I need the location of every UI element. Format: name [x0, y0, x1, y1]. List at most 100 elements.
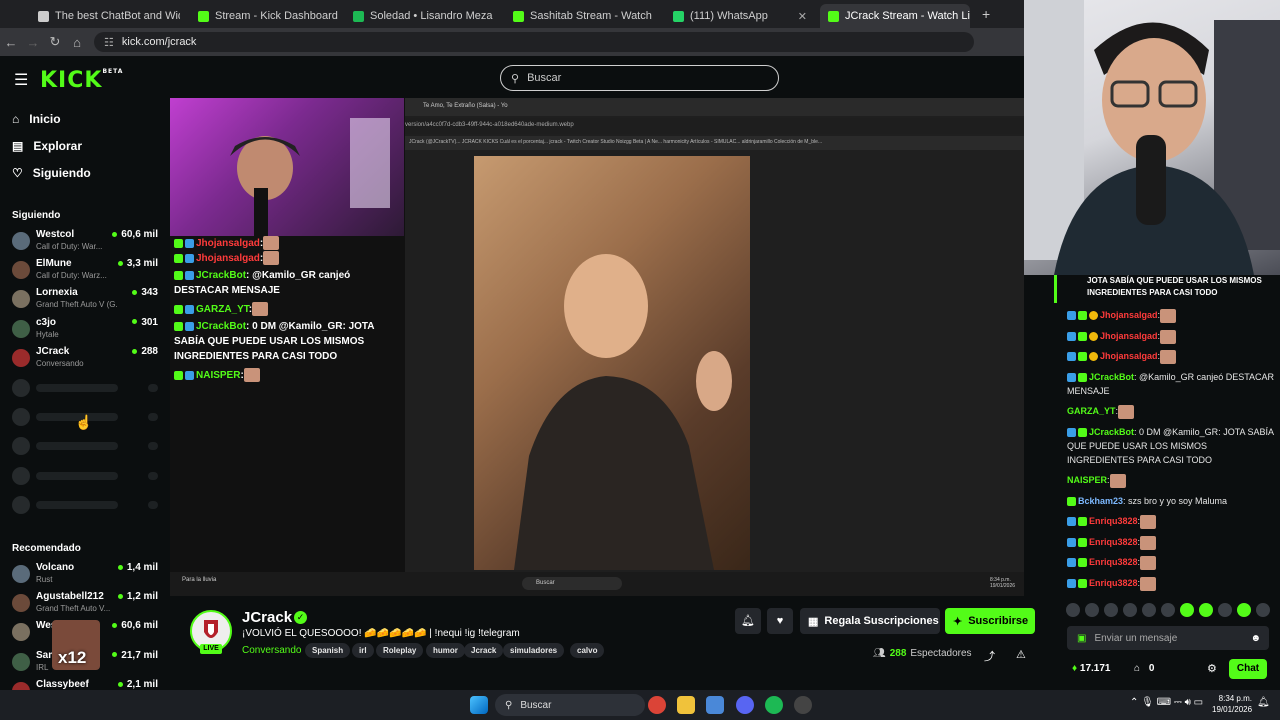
new-tab-button[interactable]: +: [982, 6, 990, 22]
chat-username[interactable]: Enriqu3828: [1089, 578, 1138, 588]
emote-icon[interactable]: [1237, 603, 1251, 617]
emote-icon[interactable]: [1104, 603, 1118, 617]
tag-chip[interactable]: simuladores: [503, 643, 565, 658]
sidebar-channel[interactable]: Lornexia Grand Theft Auto V (G... 343: [12, 287, 162, 315]
chrome-icon[interactable]: [648, 696, 666, 714]
sidebar-channel[interactable]: c3jo Hytale 301: [12, 317, 162, 345]
viewer-count: 👥︎ 288 Espectadores: [873, 648, 972, 659]
browser-tab[interactable]: Stream - Kick Dashboard✕: [190, 4, 338, 28]
sidebar-channel[interactable]: JCrack Conversando 288: [12, 346, 162, 374]
obs-icon[interactable]: [794, 696, 812, 714]
chat-username[interactable]: JCrackBot: [1089, 427, 1134, 437]
channel-category: Call of Duty: War...: [36, 242, 103, 251]
subscribe-button[interactable]: ✦ Suscribirse: [945, 608, 1035, 634]
chat-username[interactable]: Bckham23: [1078, 496, 1123, 506]
store-icon[interactable]: [706, 696, 724, 714]
chat-username[interactable]: JCrackBot: [1089, 372, 1134, 382]
chat-username[interactable]: Jhojansalgad: [1100, 310, 1158, 320]
sidebar-channel[interactable]: ElMune Call of Duty: Warz... 3,3 mil: [12, 258, 162, 286]
gift-icon[interactable]: ▣: [1077, 633, 1086, 644]
discord-icon[interactable]: [736, 696, 754, 714]
search-input[interactable]: ⚲ Buscar: [500, 65, 779, 91]
nav-siguiendo[interactable]: ♡ Siguiendo: [12, 166, 91, 180]
chat-username[interactable]: Jhojansalgad: [1100, 331, 1158, 341]
file-explorer-icon[interactable]: [677, 696, 695, 714]
browser-tab[interactable]: Sashitab Stream - Watch Live o✕: [505, 4, 655, 28]
emote-icon[interactable]: [1066, 603, 1080, 617]
emote-icon[interactable]: [1142, 603, 1156, 617]
chat-username[interactable]: Enriqu3828: [1089, 516, 1138, 526]
home-icon[interactable]: ⌂: [66, 35, 88, 50]
badge-icon: [174, 370, 183, 380]
emote-icon[interactable]: [1123, 603, 1137, 617]
badge-icon: [1089, 332, 1098, 342]
tag-chip[interactable]: calvo: [570, 643, 605, 658]
kick-logo[interactable]: KICKBETA: [40, 68, 123, 93]
report-icon[interactable]: ⚠: [1016, 648, 1026, 661]
windows-start-icon[interactable]: [470, 696, 488, 714]
close-icon[interactable]: ✕: [798, 10, 807, 23]
badge-icon: [1078, 332, 1087, 342]
emote-icon[interactable]: [1161, 603, 1175, 617]
tag-chip[interactable]: Spanish: [305, 643, 351, 658]
gear-icon[interactable]: ⚙: [1207, 662, 1217, 675]
overlay-chat-line: GARZA_YT:: [174, 302, 399, 317]
taskbar-clock[interactable]: 8:34 p.m. 19/01/2026: [1212, 693, 1252, 715]
tag-chip[interactable]: humor: [426, 643, 465, 658]
sidebar-channel[interactable]: Westcol Call of Duty: War... 60,6 mil: [12, 229, 162, 257]
house-count[interactable]: ⌂ 0: [1134, 663, 1154, 674]
chat-username[interactable]: Enriqu3828: [1089, 537, 1138, 547]
taskbar-search[interactable]: ⚲ Buscar: [495, 694, 645, 716]
chat-input[interactable]: ▣ Enviar un mensaje ☻: [1067, 626, 1269, 650]
share-icon[interactable]: ⤴: [984, 648, 995, 664]
chat-username[interactable]: NAISPER: [1067, 475, 1107, 485]
browser-tab[interactable]: JCrack Stream - Watch Live on✕: [820, 4, 970, 28]
channel-points[interactable]: ♦ 17.171: [1072, 663, 1110, 674]
gift-subs-button[interactable]: ▦ Regala Suscripciones: [800, 608, 940, 634]
browser-tab[interactable]: The best ChatBot and Widgets✕: [30, 4, 180, 28]
notification-icon[interactable]: 🔔︎: [1257, 697, 1270, 708]
sidebar-channel[interactable]: Agustabell212 Grand Theft Auto V... 1,2 mi…: [12, 591, 162, 619]
follow-button[interactable]: ♥: [767, 608, 793, 634]
placeholder-text: [36, 471, 118, 480]
menu-icon[interactable]: ☰: [14, 70, 28, 90]
forward-icon[interactable]: →: [22, 35, 44, 50]
emote-icon[interactable]: [1256, 603, 1270, 617]
emoji-icon[interactable]: ☻: [1250, 633, 1261, 644]
emote-icon[interactable]: [1085, 603, 1099, 617]
channel-name[interactable]: JCrack: [242, 609, 292, 626]
reload-icon[interactable]: ↻: [44, 34, 66, 50]
emote-icon[interactable]: [1199, 603, 1213, 617]
nav-explorar[interactable]: ▤ Explorar: [12, 139, 82, 153]
chat-username[interactable]: GARZA_YT: [1067, 406, 1116, 416]
chat-username[interactable]: Jhojansalgad: [1100, 351, 1158, 361]
notifications-button[interactable]: 🔔︎: [735, 608, 761, 634]
placeholder-count: [148, 384, 158, 392]
loading-placeholder: [12, 378, 162, 397]
chat-text: : szs bro y yo soy Maluma: [1123, 496, 1228, 506]
spotify-icon[interactable]: [765, 696, 783, 714]
tag-chip[interactable]: Roleplay: [376, 643, 424, 658]
stream-title: ¡VOLVIÓ EL QUESOOOO! 🧀🧀🧀🧀🧀 | !nequi !ig …: [242, 628, 520, 639]
sidebar-channel[interactable]: Volcano Rust 1,4 mil: [12, 562, 162, 590]
chat-send-button[interactable]: Chat: [1229, 659, 1267, 679]
chat-username[interactable]: Enriqu3828: [1089, 557, 1138, 567]
system-tray-icons[interactable]: ⌃ 🎙︎ ⌨ ⎓ 🔊︎ ▭: [1130, 697, 1203, 708]
emote-icon[interactable]: [1180, 603, 1194, 617]
avatar: [12, 261, 30, 280]
tag-chip[interactable]: Jcrack: [464, 643, 504, 658]
chat-message: JCrackBot: 0 DM @Kamilo_GR: JOTA SABÍA Q…: [1067, 425, 1275, 467]
emote-icon[interactable]: [1218, 603, 1232, 617]
inner-bookmarks-bar: JCrack (@JCrackTV)... JCRACK KICKS Cuál …: [405, 136, 1024, 150]
emote-icon: [252, 302, 269, 317]
stream-category[interactable]: Conversando: [242, 645, 301, 656]
browser-tab[interactable]: (111) WhatsApp ✕: [665, 4, 815, 28]
browser-tab[interactable]: Soledad • Lisandro Meza✕: [345, 4, 495, 28]
avatar: [12, 623, 30, 642]
tag-chip[interactable]: irl: [352, 643, 374, 658]
emote-quickbar[interactable]: [1066, 603, 1276, 619]
nav-inicio[interactable]: ⌂ Inicio: [12, 112, 61, 126]
site-info-icon[interactable]: ☷: [104, 36, 114, 49]
back-icon[interactable]: ←: [0, 35, 22, 50]
url-field[interactable]: ☷ kick.com/jcrack: [94, 32, 974, 52]
